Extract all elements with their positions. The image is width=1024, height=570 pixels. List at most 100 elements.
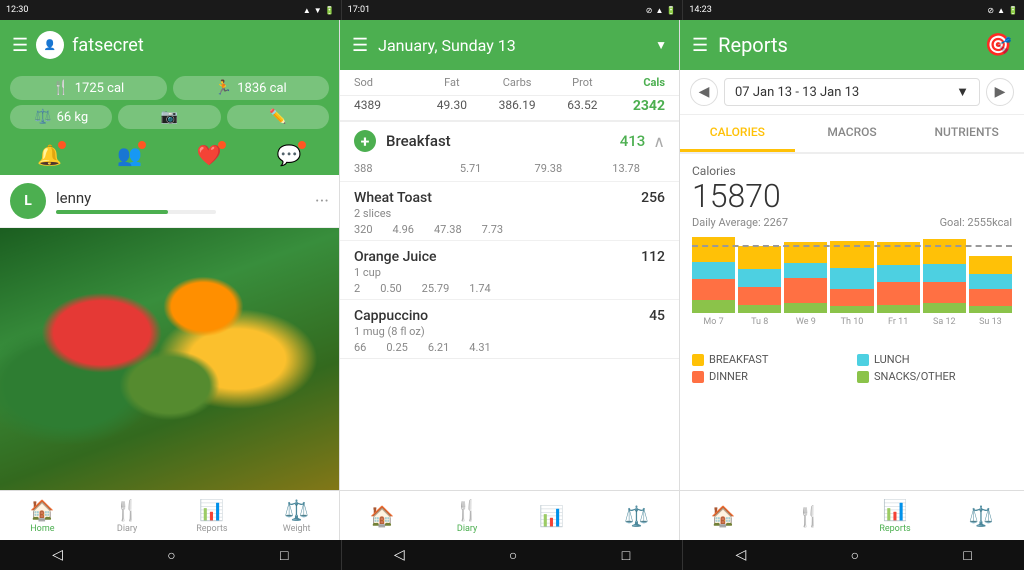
- home-btn-2[interactable]: ○: [499, 543, 527, 568]
- bar-label-Tu 8: Tu 8: [751, 317, 768, 327]
- bar-seg-breakfast-Tu 8: [738, 246, 781, 269]
- cappuccino-macros: 66 0.25 6.21 4.31: [354, 341, 665, 354]
- bar-seg-dinner-We 9: [784, 278, 827, 303]
- hamburger-icon[interactable]: ☰: [12, 35, 28, 56]
- sys-nav-2: ◁ ○ □: [342, 540, 684, 570]
- orange-juice-macros: 2 0.50 25.79 1.74: [354, 282, 665, 295]
- notification-icon-btn[interactable]: 🔔: [37, 143, 62, 167]
- bar-label-Th 10: Th 10: [841, 317, 864, 327]
- calories-out-pill[interactable]: 🏃 1836 cal: [173, 76, 330, 100]
- notification-badge: [58, 141, 66, 149]
- calories-total-value: 15870: [692, 180, 1012, 212]
- legend-dot-breakfast: [692, 354, 704, 366]
- reports-nav-weight[interactable]: ⚖️: [938, 504, 1024, 528]
- bar-seg-snacks-Tu 8: [738, 305, 781, 313]
- legend-lunch: LUNCH: [857, 353, 1012, 366]
- col-header-sod: Sod: [354, 76, 419, 89]
- bar-seg-dinner-Sa 12: [923, 282, 966, 303]
- calories-section-label: Calories: [692, 164, 1012, 178]
- reports-title: Reports: [718, 33, 974, 57]
- tab-calories[interactable]: CALORIES: [680, 115, 795, 152]
- food-item-orange-juice[interactable]: Orange Juice 112 1 cup 2 0.50 25.79 1.74: [340, 240, 679, 299]
- progress-bar-wrap: [56, 210, 216, 214]
- calories-in-pill[interactable]: 🍴 1725 cal: [10, 76, 167, 100]
- recents-btn-2[interactable]: □: [612, 543, 640, 568]
- tab-macros[interactable]: MACROS: [795, 115, 910, 152]
- nav-item-reports[interactable]: 📊 Reports: [170, 494, 255, 538]
- friends-icon-btn[interactable]: 👥: [117, 143, 142, 167]
- sys-nav-1: ◁ ○ □: [0, 540, 342, 570]
- reports-nav-home[interactable]: 🏠: [680, 504, 766, 528]
- wheat-toast-macros: 320 4.96 47.38 7.73: [354, 223, 665, 236]
- diary-content: + Breakfast 413 ∧ 388 5.71 79.38 13.78 W…: [340, 122, 679, 490]
- meal-section-breakfast: + Breakfast 413 ∧ 388 5.71 79.38 13.78 W…: [340, 122, 679, 359]
- bar-seg-lunch-Mo 7: [692, 262, 735, 279]
- bar-group-Su 13: Su 13: [969, 256, 1012, 327]
- diary-nav-reports[interactable]: 📊: [510, 504, 595, 528]
- bar-stack-We 9: [784, 242, 827, 313]
- breakfast-prot: 13.78: [587, 162, 665, 175]
- bar-seg-snacks-We 9: [784, 303, 827, 313]
- weight-pill[interactable]: ⚖️ 66 kg: [10, 105, 112, 129]
- home-btn-1[interactable]: ○: [157, 543, 185, 568]
- photo-pill[interactable]: 📷: [118, 105, 220, 129]
- home-btn-3[interactable]: ○: [841, 543, 869, 568]
- user-row: L lenny ···: [0, 175, 339, 228]
- bar-seg-snacks-Mo 7: [692, 300, 735, 313]
- date-range-select[interactable]: 07 Jan 13 - 13 Jan 13 ▼: [724, 78, 980, 106]
- meal-cals-breakfast: 413: [620, 132, 646, 150]
- date-prev-btn[interactable]: ◀: [690, 78, 718, 106]
- more-dots-icon[interactable]: ···: [315, 191, 329, 212]
- back-btn-1[interactable]: ◁: [42, 543, 73, 567]
- progress-bar-fill: [56, 210, 168, 214]
- bar-group-Th 10: Th 10: [830, 241, 873, 327]
- date-next-btn[interactable]: ▶: [986, 78, 1014, 106]
- recents-btn-1[interactable]: □: [270, 543, 298, 568]
- total-fat: 49.30: [419, 98, 484, 114]
- diary-nav-home[interactable]: 🏠: [340, 504, 425, 528]
- target-icon[interactable]: 🎯: [985, 33, 1012, 58]
- bar-seg-dinner-Su 13: [969, 289, 1012, 306]
- bar-label-We 9: We 9: [796, 317, 816, 327]
- nav-item-weight[interactable]: ⚖️ Weight: [254, 494, 339, 538]
- bar-seg-dinner-Mo 7: [692, 279, 735, 300]
- cappuccino-cals: 45: [649, 308, 665, 324]
- nav-item-home[interactable]: 🏠 Home: [0, 494, 85, 538]
- goal-text: Goal: 2555kcal: [940, 216, 1012, 229]
- reports-nav-reports[interactable]: 📊 Reports: [852, 498, 938, 534]
- edit-icon: ✏️: [269, 109, 286, 125]
- heart-icon-btn[interactable]: ❤️: [197, 143, 222, 167]
- back-btn-3[interactable]: ◁: [726, 543, 757, 567]
- nav-item-diary[interactable]: 🍴 Diary: [85, 494, 170, 538]
- bar-label-Su 13: Su 13: [979, 317, 1002, 327]
- bar-stack-Th 10: [830, 241, 873, 313]
- calories-meta: Daily Average: 2267 Goal: 2555kcal: [692, 216, 1012, 229]
- diary-nav-weight[interactable]: ⚖️: [594, 504, 679, 528]
- chat-icon-btn[interactable]: 💬: [277, 143, 302, 167]
- meal-header-breakfast: + Breakfast 413 ∧: [340, 122, 679, 160]
- bar-seg-snacks-Fr 11: [877, 305, 920, 313]
- reports-hamburger-icon[interactable]: ☰: [692, 35, 708, 56]
- tab-macros-label: MACROS: [827, 125, 876, 139]
- nav-label-weight: Weight: [283, 524, 311, 534]
- legend-label-breakfast: BREAKFAST: [709, 353, 768, 366]
- meal-add-breakfast-btn[interactable]: +: [354, 130, 376, 152]
- avatar: L: [10, 183, 46, 219]
- bar-group-We 9: We 9: [784, 242, 827, 327]
- diary-nav-diary[interactable]: 🍴 Diary: [425, 498, 510, 534]
- bar-stack-Mo 7: [692, 237, 735, 313]
- meal-chevron-breakfast[interactable]: ∧: [653, 132, 665, 151]
- back-btn-2[interactable]: ◁: [384, 543, 415, 567]
- sys-nav-3: ◁ ○ □: [683, 540, 1024, 570]
- tab-calories-label: CALORIES: [710, 125, 765, 139]
- date-dropdown-arrow[interactable]: ▼: [655, 38, 667, 52]
- orange-juice-cals: 112: [641, 249, 665, 265]
- legend-dot-snacks: [857, 371, 869, 383]
- food-item-cappuccino[interactable]: Cappuccino 45 1 mug (8 fl oz) 66 0.25 6.…: [340, 299, 679, 358]
- reports-nav-diary[interactable]: 🍴: [766, 504, 852, 528]
- edit-pill[interactable]: ✏️: [227, 105, 329, 129]
- food-item-wheat-toast[interactable]: Wheat Toast 256 2 slices 320 4.96 47.38 …: [340, 181, 679, 240]
- diary-hamburger-icon[interactable]: ☰: [352, 35, 368, 56]
- tab-nutrients[interactable]: NUTRIENTS: [909, 115, 1024, 152]
- recents-btn-3[interactable]: □: [953, 543, 981, 568]
